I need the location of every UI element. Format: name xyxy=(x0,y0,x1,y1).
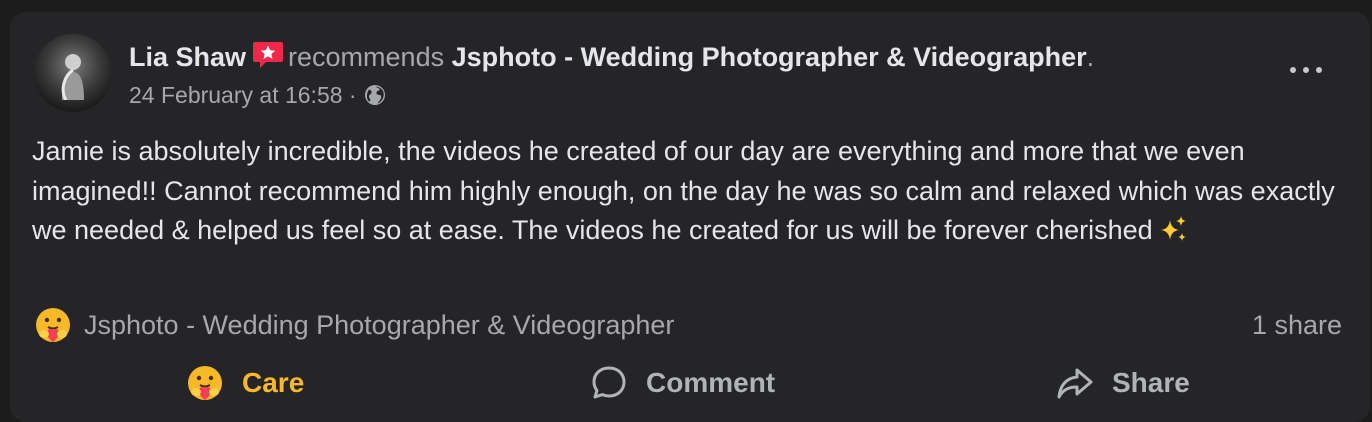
share-arrow-icon xyxy=(1057,368,1093,399)
avatar-photo xyxy=(61,54,84,100)
more-dot xyxy=(1290,67,1296,73)
post-meta: 24 February at 16:58 · xyxy=(129,81,387,109)
more-options-icon[interactable] xyxy=(1286,56,1326,84)
more-dot xyxy=(1316,67,1322,73)
post-body: Jamie is absolutely incredible, the vide… xyxy=(32,132,1352,251)
page-link[interactable]: Jsphoto - Wedding Photographer & Videogr… xyxy=(452,42,1087,72)
care-label: Care xyxy=(242,367,305,398)
more-dot xyxy=(1303,67,1309,73)
globe-icon[interactable] xyxy=(363,83,387,107)
care-emoji-icon xyxy=(36,308,70,342)
avatar[interactable] xyxy=(34,34,112,112)
comment-label: Comment xyxy=(646,367,776,398)
post-text: Jamie is absolutely incredible, the vide… xyxy=(32,136,1335,245)
post-card: Lia Shaw recommends Jsphoto - Wedding Ph… xyxy=(10,12,1370,422)
recommends-verb: recommends xyxy=(288,42,445,72)
meta-separator: · xyxy=(348,82,357,108)
share-count[interactable]: 1 share xyxy=(1252,310,1342,341)
comment-button[interactable]: Comment xyxy=(590,364,775,402)
recommendation-star-icon xyxy=(253,42,284,68)
post-timestamp[interactable]: 24 February at 16:58 xyxy=(129,82,343,108)
share-button[interactable]: Share xyxy=(1056,364,1190,402)
sparkles-icon xyxy=(1160,216,1186,241)
reaction-summary[interactable]: Jsphoto - Wedding Photographer & Videogr… xyxy=(34,306,674,344)
share-label: Share xyxy=(1112,367,1190,398)
care-button[interactable]: Care xyxy=(186,364,304,402)
author-name[interactable]: Lia Shaw xyxy=(129,42,246,72)
post-header: Lia Shaw recommends Jsphoto - Wedding Ph… xyxy=(129,40,1094,73)
reactor-name: Jsphoto - Wedding Photographer & Videogr… xyxy=(84,309,675,340)
header-period: . xyxy=(1086,42,1095,72)
care-emoji-icon xyxy=(188,366,222,400)
comment-icon xyxy=(592,366,626,399)
